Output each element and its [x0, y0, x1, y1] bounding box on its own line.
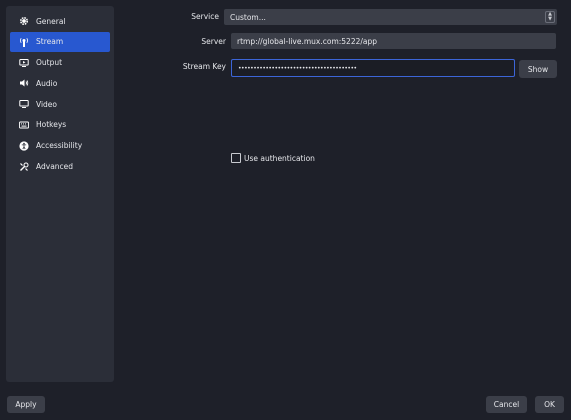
sidebar-item-accessibility[interactable]: Accessibility	[10, 136, 110, 156]
use-authentication-row[interactable]: Use authentication	[231, 153, 315, 163]
stream-key-input[interactable]: •••••••••••••••••••••••••••••••••••••••	[231, 59, 515, 77]
accessibility-icon	[18, 140, 30, 152]
antenna-icon	[18, 36, 30, 48]
sidebar-item-label: Accessibility	[36, 141, 83, 151]
sidebar-item-label: General	[36, 16, 66, 26]
server-input[interactable]: rtmp://global-live.mux.com:5222/app	[231, 33, 556, 49]
cancel-button[interactable]: Cancel	[486, 396, 527, 413]
select-arrows-icon: ▲ ▼	[545, 11, 555, 23]
gear-icon	[18, 15, 30, 27]
stream-key-value: •••••••••••••••••••••••••••••••••••••••	[238, 64, 357, 72]
monitor-icon	[18, 98, 30, 110]
sidebar-item-label: Output	[36, 58, 63, 68]
sidebar-item-hotkeys[interactable]: Hotkeys	[10, 115, 110, 135]
show-button[interactable]: Show	[519, 60, 557, 78]
stream-key-label: Stream Key	[182, 62, 226, 71]
apply-button[interactable]: Apply	[7, 396, 45, 413]
keyboard-icon	[18, 119, 30, 131]
wrench-icon	[18, 161, 30, 173]
server-label: Server	[201, 37, 226, 46]
sidebar-item-general[interactable]: General	[10, 11, 110, 31]
sidebar-item-label: Audio	[36, 78, 58, 88]
sidebar-item-stream[interactable]: Stream	[10, 31, 110, 52]
service-select[interactable]: Custom... ▲ ▼	[224, 9, 557, 25]
service-value: Custom...	[230, 12, 266, 22]
sidebar-item-audio[interactable]: Audio	[10, 73, 110, 93]
service-label: Service	[191, 12, 219, 21]
use-authentication-checkbox[interactable]	[231, 153, 241, 163]
sidebar-item-label: Hotkeys	[36, 120, 67, 130]
ok-button[interactable]: OK	[535, 396, 564, 413]
sidebar-item-label: Advanced	[36, 162, 74, 172]
sidebar-item-label: Video	[36, 99, 58, 109]
sidebar-item-label: Stream	[36, 37, 64, 47]
server-value: rtmp://global-live.mux.com:5222/app	[237, 36, 378, 46]
use-authentication-label: Use authentication	[244, 153, 315, 163]
sidebar-item-advanced[interactable]: Advanced	[10, 157, 110, 177]
monitor-output-icon	[18, 57, 30, 69]
sidebar-item-video[interactable]: Video	[10, 94, 110, 114]
sidebar-item-output[interactable]: Output	[10, 53, 110, 73]
settings-sidebar: General Stream Output Audio Video Hotkey…	[6, 6, 114, 382]
speaker-icon	[18, 77, 30, 89]
